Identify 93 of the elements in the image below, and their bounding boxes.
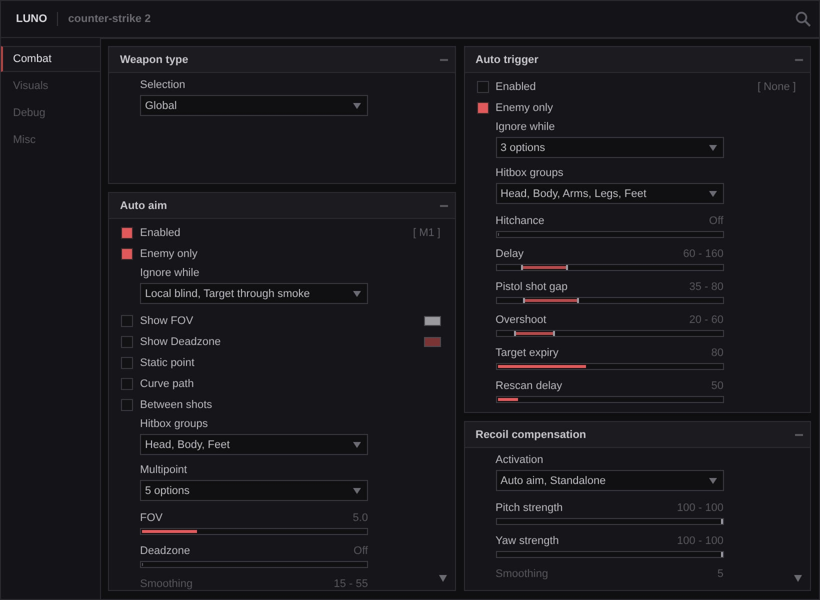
- slider-value: Off: [709, 215, 724, 227]
- game-name: counter-strike 2: [68, 13, 151, 25]
- checkbox-label: Between shots: [140, 398, 212, 410]
- slider-label: Target expiry: [496, 347, 558, 359]
- slider[interactable]: [140, 561, 368, 568]
- checkbox-label: Show FOV: [140, 314, 194, 326]
- field-label: Activation: [496, 454, 544, 466]
- dropdown[interactable]: Global: [140, 95, 368, 116]
- checkbox[interactable]: [476, 102, 488, 114]
- app-logo: LUNO: [16, 13, 48, 25]
- slider[interactable]: [140, 528, 368, 535]
- slider-value: 80: [711, 347, 724, 359]
- slider-label: Pistol shot gap: [496, 281, 568, 293]
- slider-label: Smoothing: [140, 578, 193, 590]
- dropdown[interactable]: 5 options: [140, 480, 368, 501]
- slider-label: Delay: [496, 248, 524, 260]
- slider-handle[interactable]: [514, 331, 516, 336]
- range-slider[interactable]: [496, 551, 724, 558]
- checkbox-label: Curve path: [140, 378, 194, 390]
- dropdown[interactable]: Head, Body, Feet: [140, 434, 368, 455]
- dropdown[interactable]: Head, Body, Arms, Legs, Feet: [496, 183, 724, 204]
- slider-label: Smoothing: [496, 568, 548, 580]
- color-swatch[interactable]: [424, 336, 440, 346]
- slider-value: 100 - 100: [677, 502, 724, 514]
- slider-handle[interactable]: [552, 331, 554, 336]
- range-slider[interactable]: [496, 518, 724, 525]
- slider-label: Pitch strength: [496, 502, 563, 514]
- slider[interactable]: [496, 396, 724, 403]
- slider-label: Overshoot: [496, 314, 546, 326]
- checkbox[interactable]: [476, 80, 488, 92]
- checkbox[interactable]: [121, 314, 133, 326]
- slider-value: 50: [711, 380, 724, 392]
- checkbox[interactable]: [121, 378, 133, 390]
- panel-title: Auto aim: [120, 200, 168, 212]
- checkbox-label: Enemy only: [140, 248, 198, 260]
- range-slider[interactable]: [496, 297, 724, 304]
- caret-icon: [708, 144, 716, 150]
- slider-label: FOV: [140, 512, 163, 524]
- color-swatch[interactable]: [424, 316, 440, 326]
- caret-icon: [353, 488, 361, 494]
- dropdown[interactable]: Local blind, Target through smoke: [140, 283, 368, 304]
- slider-value: 15 - 55: [334, 578, 368, 590]
- scroll-down-icon[interactable]: [438, 575, 446, 582]
- checkbox-label: Enemy only: [496, 102, 553, 114]
- checkbox[interactable]: [121, 248, 133, 260]
- checkbox-label: Enabled: [496, 80, 536, 92]
- slider-value: 35 - 80: [689, 281, 724, 293]
- panel-title: Weapon type: [120, 54, 188, 66]
- slider-value: Off: [354, 545, 368, 557]
- slider-handle[interactable]: [566, 265, 568, 270]
- field-label: Selection: [140, 79, 186, 91]
- scroll-down-icon[interactable]: [794, 575, 802, 582]
- caret-icon: [353, 290, 361, 296]
- caret-icon: [353, 102, 361, 108]
- slider-value: 60 - 160: [683, 248, 724, 260]
- slider-value: 5: [717, 568, 724, 580]
- checkbox[interactable]: [121, 398, 133, 410]
- slider-label: Rescan delay: [496, 380, 562, 392]
- checkbox-label: Show Deadzone: [140, 336, 221, 348]
- slider-value: 5.0: [352, 512, 368, 524]
- dropdown[interactable]: 3 options: [496, 137, 724, 158]
- range-slider[interactable]: [496, 264, 724, 271]
- field-label: Ignore while: [496, 121, 556, 133]
- field-label: Hitbox groups: [496, 167, 564, 179]
- slider-handle[interactable]: [521, 265, 524, 270]
- slider-handle[interactable]: [720, 519, 722, 524]
- slider-value: 100 - 100: [677, 535, 724, 547]
- dropdown[interactable]: Auto aim, Standalone: [496, 470, 724, 491]
- checkbox-label: Enabled: [140, 226, 180, 238]
- caret-icon: [353, 442, 361, 448]
- slider-label: Hitchance: [496, 215, 544, 227]
- slider-value: 20 - 60: [689, 314, 724, 326]
- checkbox[interactable]: [121, 356, 133, 368]
- search-icon[interactable]: [795, 11, 811, 27]
- checkbox-label: Static point: [140, 356, 194, 368]
- slider-handle[interactable]: [523, 298, 526, 303]
- field-label: Ignore while: [140, 267, 200, 279]
- panel-title: Auto trigger: [476, 54, 538, 66]
- caret-icon: [708, 190, 716, 196]
- field-label: Multipoint: [140, 464, 188, 476]
- sidebar-tab[interactable]: Combat: [1, 46, 100, 72]
- slider-label: Deadzone: [140, 545, 190, 557]
- slider[interactable]: [496, 231, 724, 238]
- caret-icon: [708, 478, 716, 484]
- checkbox[interactable]: [121, 226, 133, 238]
- slider-handle[interactable]: [720, 552, 722, 557]
- panel-title: Recoil compensation: [476, 428, 586, 440]
- range-slider[interactable]: [496, 330, 724, 337]
- checkbox[interactable]: [121, 336, 133, 348]
- slider-label: Yaw strength: [496, 535, 559, 547]
- slider-handle[interactable]: [577, 298, 580, 303]
- field-label: Hitbox groups: [140, 418, 209, 430]
- slider[interactable]: [496, 363, 724, 370]
